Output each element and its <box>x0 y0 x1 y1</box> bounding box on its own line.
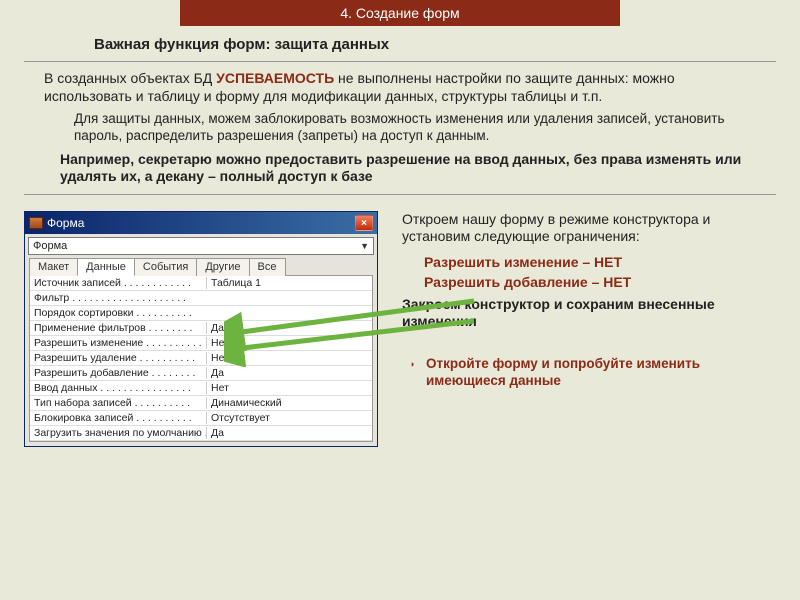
p1-a: В созданных объектах БД <box>44 70 216 86</box>
property-row[interactable]: Загрузить значения по умолчанию . .Да <box>30 426 372 441</box>
property-row[interactable]: Разрешить изменение . . . . . . . . . .Н… <box>30 336 372 351</box>
property-label: Разрешить изменение . . . . . . . . . . <box>30 337 206 349</box>
note-text: Откройте форму и попробуйте изменить име… <box>426 356 700 389</box>
property-row[interactable]: Применение фильтров . . . . . . . .Да <box>30 321 372 336</box>
property-value[interactable]: Динамический <box>206 397 372 409</box>
property-row[interactable]: Разрешить удаление . . . . . . . . . .Не… <box>30 351 372 366</box>
callout-note: ◗ Откройте форму и попробуйте изменить и… <box>426 355 776 390</box>
property-row[interactable]: Порядок сортировки . . . . . . . . . . <box>30 306 372 321</box>
property-row[interactable]: Тип набора записей . . . . . . . . . .Ди… <box>30 396 372 411</box>
tabs-row: МакетДанныеСобытияДругиеВсе <box>25 258 377 276</box>
bullet-icon: ◗ <box>410 359 415 371</box>
window-icon <box>29 217 43 229</box>
slide-header: 4. Создание форм <box>180 0 620 26</box>
tab-другие[interactable]: Другие <box>196 258 249 276</box>
chevron-down-icon: ▼ <box>360 241 369 251</box>
restriction-2: Разрешить добавление – НЕТ <box>424 274 776 290</box>
property-label: Источник записей . . . . . . . . . . . . <box>30 277 206 289</box>
property-row[interactable]: Источник записей . . . . . . . . . . . .… <box>30 276 372 291</box>
property-value[interactable]: Таблица 1 <box>206 277 372 289</box>
property-label: Фильтр . . . . . . . . . . . . . . . . .… <box>30 292 206 304</box>
right-line-1: Откроем нашу форму в режиме конструктора… <box>402 211 776 246</box>
property-label: Тип набора записей . . . . . . . . . . <box>30 397 206 409</box>
paragraph-2: Для защиты данных, можем заблокировать в… <box>74 111 752 145</box>
tab-данные[interactable]: Данные <box>77 258 135 276</box>
tab-макет[interactable]: Макет <box>29 258 78 276</box>
property-label: Разрешить добавление . . . . . . . . <box>30 367 206 379</box>
tab-все[interactable]: Все <box>249 258 286 276</box>
property-row[interactable]: Ввод данных . . . . . . . . . . . . . . … <box>30 381 372 396</box>
dropdown-value: Форма <box>33 240 67 252</box>
right-line-2: Закроем конструктор и сохраним внесенные… <box>402 296 776 331</box>
close-button[interactable]: × <box>355 215 373 231</box>
p1-highlight: УСПЕВАЕМОСТЬ <box>216 70 334 86</box>
property-value[interactable]: Нет <box>206 352 372 364</box>
property-value[interactable]: Нет <box>206 382 372 394</box>
property-value[interactable]: Да <box>206 427 372 439</box>
property-row[interactable]: Фильтр . . . . . . . . . . . . . . . . .… <box>30 291 372 306</box>
property-label: Блокировка записей . . . . . . . . . . <box>30 412 206 424</box>
property-row[interactable]: Разрешить добавление . . . . . . . .Да <box>30 366 372 381</box>
restriction-1: Разрешить изменение – НЕТ <box>424 254 776 270</box>
property-row[interactable]: Блокировка записей . . . . . . . . . .От… <box>30 411 372 426</box>
object-dropdown[interactable]: Форма ▼ <box>28 237 374 255</box>
section-title: Важная функция форм: защита данных <box>94 36 776 53</box>
properties-window: Форма × Форма ▼ МакетДанныеСобытияДругие… <box>24 211 378 447</box>
property-label: Применение фильтров . . . . . . . . <box>30 322 206 334</box>
right-column: Откроем нашу форму в режиме конструктора… <box>402 211 776 447</box>
paragraph-3: Например, секретарю можно предоставить р… <box>60 151 756 186</box>
property-label: Ввод данных . . . . . . . . . . . . . . … <box>30 382 206 394</box>
divider <box>24 194 776 195</box>
property-label: Порядок сортировки . . . . . . . . . . <box>30 307 206 319</box>
window-title: Форма <box>47 216 84 230</box>
property-value[interactable]: Да <box>206 367 372 379</box>
property-value[interactable]: Да <box>206 322 372 334</box>
property-label: Разрешить удаление . . . . . . . . . . <box>30 352 206 364</box>
property-value[interactable]: Отсутствует <box>206 412 372 424</box>
divider <box>24 61 776 62</box>
property-grid[interactable]: Источник записей . . . . . . . . . . . .… <box>29 275 373 442</box>
property-value[interactable]: Нет <box>206 337 372 349</box>
tab-события[interactable]: События <box>134 258 197 276</box>
property-label: Загрузить значения по умолчанию . . <box>30 427 206 439</box>
window-title-bar: Форма × <box>25 212 377 234</box>
paragraph-1: В созданных объектах БД УСПЕВАЕМОСТЬ не … <box>44 70 756 105</box>
